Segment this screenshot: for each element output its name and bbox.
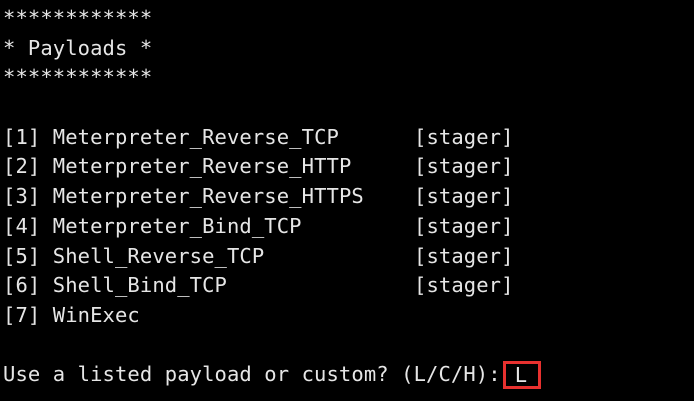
payload-label: [6] Shell_Bind_TCP <box>3 271 414 301</box>
payload-item: [1] Meterpreter_Reverse_TCP [stager] <box>3 123 694 153</box>
payload-label: [3] Meterpreter_Reverse_HTTPS <box>3 182 414 212</box>
payload-index: [4] <box>3 213 41 238</box>
payload-name: Meterpreter_Reverse_TCP <box>52 124 339 149</box>
payload-name: WinExec <box>52 302 140 327</box>
payload-name: Meterpreter_Reverse_HTTP <box>52 154 352 179</box>
payload-name: Meterpreter_Bind_TCP <box>52 213 302 238</box>
banner-bottom: ************ <box>3 65 153 90</box>
terminal-window: ************ * Payloads * ************ [… <box>0 0 694 401</box>
banner-title: * Payloads * <box>3 35 153 60</box>
payload-type: [stager] <box>414 273 514 298</box>
payload-name: Meterpreter_Reverse_HTTPS <box>52 184 364 209</box>
payload-index: [1] <box>3 124 41 149</box>
prompt-text: Use a listed payload or custom? (L/C/H): <box>3 362 501 387</box>
payload-item: [4] Meterpreter_Bind_TCP [stager] <box>3 212 694 242</box>
payload-item: [6] Shell_Bind_TCP [stager] <box>3 271 694 301</box>
payload-type: [stager] <box>414 124 514 149</box>
payload-index: [6] <box>3 273 41 298</box>
payload-type: [stager] <box>414 213 514 238</box>
payload-label: [4] Meterpreter_Bind_TCP <box>3 212 414 242</box>
payload-index: [7] <box>3 302 41 327</box>
prompt-line: Use a listed payload or custom? (L/C/H):… <box>3 360 694 390</box>
payload-index: [3] <box>3 184 41 209</box>
payload-label: [1] Meterpreter_Reverse_TCP <box>3 123 414 153</box>
payload-label: [7] WinExec <box>3 301 414 331</box>
payload-item: [3] Meterpreter_Reverse_HTTPS [stager] <box>3 182 694 212</box>
payload-type: [stager] <box>414 154 514 179</box>
payload-index: [2] <box>3 154 41 179</box>
payload-item: [5] Shell_Reverse_TCP [stager] <box>3 242 694 272</box>
prompt-input[interactable]: L <box>502 361 541 390</box>
payload-label: [2] Meterpreter_Reverse_HTTP <box>3 152 414 182</box>
payload-name: Shell_Bind_TCP <box>52 273 227 298</box>
banner-top: ************ <box>3 6 153 30</box>
payload-type: [stager] <box>414 243 514 268</box>
payload-name: Shell_Reverse_TCP <box>52 243 265 268</box>
payload-item: [7] WinExec <box>3 301 694 331</box>
payload-label: [5] Shell_Reverse_TCP <box>3 242 414 272</box>
payload-item: [2] Meterpreter_Reverse_HTTP [stager] <box>3 152 694 182</box>
payload-index: [5] <box>3 243 41 268</box>
payload-type: [stager] <box>414 184 514 209</box>
payload-list: [1] Meterpreter_Reverse_TCP [stager] [2] M… <box>3 123 694 331</box>
